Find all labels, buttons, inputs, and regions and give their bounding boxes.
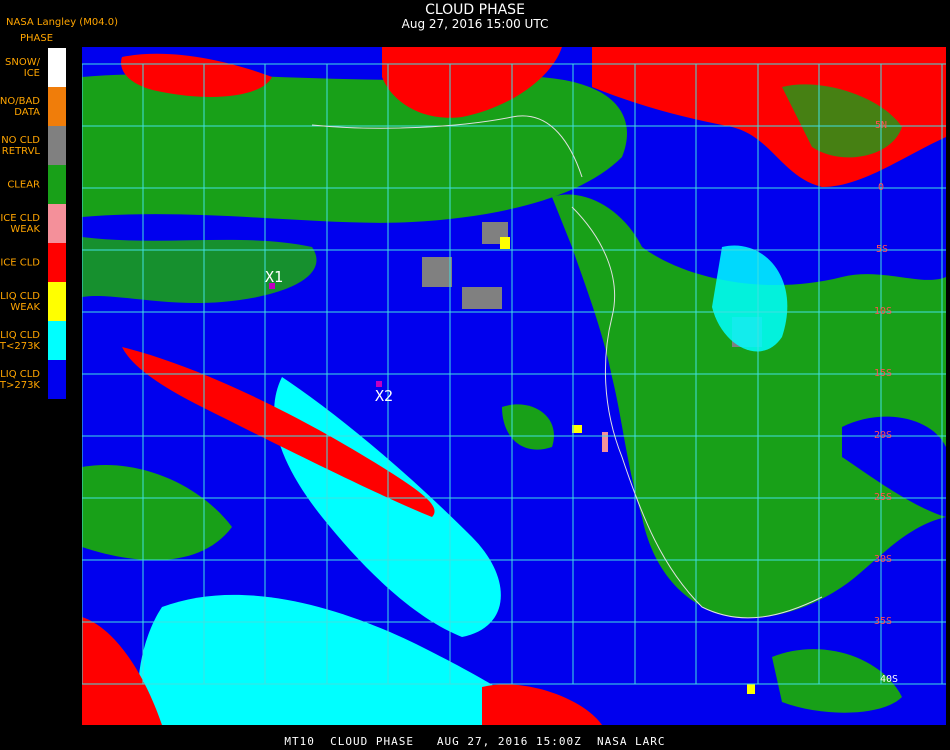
legend-item-label: LIQ CLD WEAK [0,290,40,313]
lat-label: 20S [874,430,893,441]
map-patch-grey [462,287,502,309]
legend-item-label: ICE CLD WEAK [0,212,40,235]
legend-item-label: SNOW/ ICE [5,56,40,79]
legend-item-liq-cld-warm: LIQ CLD T>273K [0,360,66,399]
legend-item-ice-cld-weak: ICE CLD WEAK [0,204,66,243]
marker-x1-label: X1 [265,268,284,286]
legend-swatch [48,243,66,282]
footer-caption: MT10 CLOUD PHASE AUG 27, 2016 15:00Z NAS… [284,735,666,748]
legend-item-label: CLEAR [7,179,40,190]
lat-label: 15S [874,368,893,379]
legend-swatch [48,48,66,87]
map-patch-pink [602,432,608,452]
lat-label: 30S [874,554,893,565]
legend-item-no-cld-retrvl: NO CLD RETRVL [0,126,66,165]
legend-item-label: NO/BAD DATA [0,95,40,118]
legend-item-liq-cld-weak: LIQ CLD WEAK [0,282,66,321]
cloud-phase-map [82,47,946,725]
legend-item-label: ICE CLD [0,257,40,268]
legend-swatch [48,360,66,399]
map-title: CLOUD PHASE [425,2,525,18]
map-patch-yellow [500,237,510,249]
legend-item-snow-ice: SNOW/ ICE [0,48,66,87]
lat-label: 5S [876,244,889,255]
legend-title: PHASE [20,33,54,44]
map-canvas [82,47,946,725]
agency-label: NASA Langley (M04.0) [6,17,118,28]
lat-label: 10S [874,306,893,317]
legend-item-liq-cld-cold: LIQ CLD T<273K [0,321,66,360]
legend-swatch [48,165,66,204]
lat-label: 35S [874,616,893,627]
legend-swatch [48,282,66,321]
lat-label: 40S [880,674,899,685]
legend-item-label: NO CLD RETRVL [1,134,40,157]
legend-swatch [48,321,66,360]
legend-swatch [48,126,66,165]
phase-legend: SNOW/ ICE NO/BAD DATA NO CLD RETRVL CLEA… [0,48,66,399]
lat-label: 0 [878,182,885,193]
lat-label: 5N [875,120,888,131]
legend-swatch [48,87,66,126]
marker-x2-label: X2 [375,387,394,405]
legend-item-clear: CLEAR [0,165,66,204]
legend-item-ice-cld: ICE CLD [0,243,66,282]
lat-label: 25S [874,492,893,503]
map-datetime: Aug 27, 2016 15:00 UTC [401,17,549,31]
map-patch-grey [422,257,452,287]
legend-item-no-bad-data: NO/BAD DATA [0,87,66,126]
legend-item-label: LIQ CLD T<273K [0,329,40,352]
map-patch-yellow [747,684,755,694]
legend-swatch [48,204,66,243]
legend-item-label: LIQ CLD T>273K [0,368,40,391]
